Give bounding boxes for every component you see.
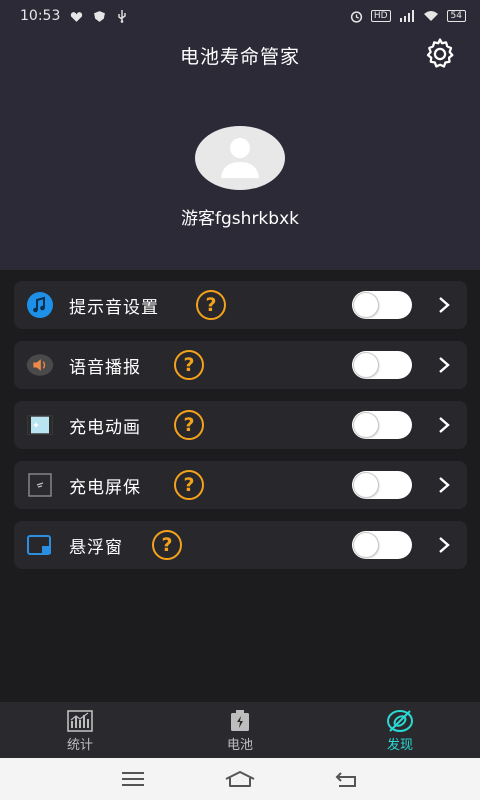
- toggle-switch[interactable]: [352, 351, 412, 379]
- stats-icon: [66, 708, 94, 734]
- home-icon: [225, 771, 255, 787]
- status-time: 10:53: [20, 8, 61, 24]
- battery-status: 54: [446, 10, 466, 22]
- chevron-right-icon[interactable]: [434, 533, 454, 557]
- tab-label: 电池: [226, 737, 253, 753]
- setting-row-notification-sound[interactable]: 提示音设置 ?: [14, 281, 467, 329]
- help-icon[interactable]: ?: [174, 470, 204, 500]
- help-icon[interactable]: ?: [174, 410, 204, 440]
- speaker-icon: [26, 351, 54, 379]
- tab-label: 发现: [386, 737, 413, 753]
- help-icon[interactable]: ?: [152, 530, 182, 560]
- chevron-right-icon[interactable]: [434, 293, 454, 317]
- setting-label: 提示音设置: [69, 298, 159, 318]
- toggle-knob: [354, 533, 378, 557]
- bottom-tab-bar: 统计 电池 发现: [0, 702, 480, 758]
- back-icon: [335, 772, 356, 787]
- status-bar: 10:53 HD 54: [0, 0, 480, 32]
- profile-header: 电池寿命管家 游客fgshrkbxk: [0, 32, 480, 270]
- chevron-right-icon[interactable]: [434, 353, 454, 377]
- toggle-knob: [354, 413, 378, 437]
- toggle-knob: [354, 353, 378, 377]
- gear-icon: [426, 38, 454, 68]
- toggle-knob: [354, 293, 378, 317]
- menu-icon: [122, 772, 145, 786]
- setting-row-charge-animation[interactable]: 充电动画 ?: [14, 401, 467, 449]
- help-icon[interactable]: ?: [196, 290, 226, 320]
- tab-discover[interactable]: 发现: [320, 702, 480, 758]
- avatar-placeholder-icon: [195, 126, 285, 190]
- heart-shield-icon: [71, 11, 83, 22]
- usb-icon: [118, 9, 127, 23]
- toggle-switch[interactable]: [352, 291, 412, 319]
- discover-icon: [386, 708, 414, 734]
- setting-row-floating-window[interactable]: 悬浮窗 ?: [14, 521, 467, 569]
- setting-row-charge-screensaver[interactable]: 充电屏保 ?: [14, 461, 467, 509]
- settings-button[interactable]: [422, 36, 458, 72]
- chevron-right-icon[interactable]: [434, 413, 454, 437]
- menu-button[interactable]: [113, 764, 153, 794]
- toggle-knob: [354, 473, 378, 497]
- shield-icon: [94, 10, 106, 22]
- home-button[interactable]: [220, 764, 260, 794]
- tab-stats[interactable]: 统计: [0, 702, 160, 758]
- system-nav-bar: [0, 758, 480, 800]
- toggle-switch[interactable]: [352, 411, 412, 439]
- setting-label: 充电动画: [69, 418, 141, 438]
- setting-label: 悬浮窗: [69, 538, 123, 558]
- signal-icon: [399, 10, 414, 22]
- help-icon[interactable]: ?: [174, 350, 204, 380]
- setting-row-voice-broadcast[interactable]: 语音播报 ?: [14, 341, 467, 389]
- battery-icon: [226, 708, 254, 734]
- hd-badge: HD: [370, 10, 391, 22]
- screensaver-icon: [26, 471, 54, 499]
- toggle-switch[interactable]: [352, 531, 412, 559]
- username: 游客fgshrkbxk: [181, 209, 299, 229]
- setting-label: 语音播报: [69, 358, 141, 378]
- wifi-icon: [423, 11, 438, 21]
- alarm-icon: [350, 10, 362, 23]
- animation-icon: [26, 411, 54, 439]
- avatar[interactable]: [195, 126, 285, 192]
- floating-window-icon: [26, 531, 54, 559]
- tab-battery[interactable]: 电池: [160, 702, 320, 758]
- page-title: 电池寿命管家: [179, 46, 300, 68]
- music-note-icon: [26, 291, 54, 319]
- feature-list: 提示音设置 ? 语音播报 ? 充电动画 ? 充电屏保 ? 悬浮窗 ?: [14, 281, 467, 581]
- toggle-switch[interactable]: [352, 471, 412, 499]
- tab-label: 统计: [66, 737, 93, 753]
- chevron-right-icon[interactable]: [434, 473, 454, 497]
- back-button[interactable]: [327, 764, 367, 794]
- setting-label: 充电屏保: [69, 478, 141, 498]
